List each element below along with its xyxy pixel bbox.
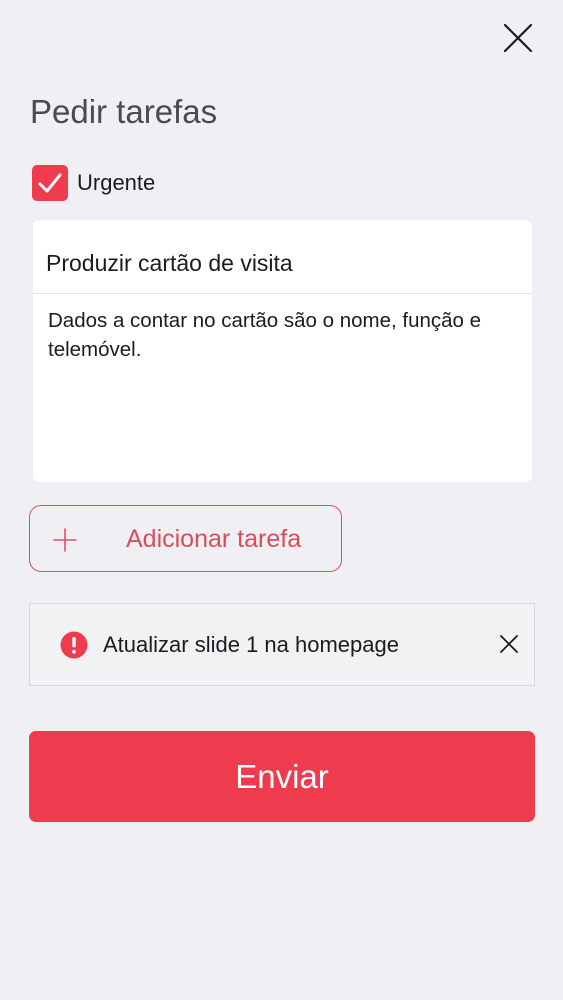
send-button[interactable]: Enviar (29, 731, 535, 822)
urgent-option[interactable]: Urgente (32, 165, 155, 201)
alert-icon (60, 631, 88, 659)
add-task-button[interactable]: Adicionar tarefa (29, 505, 342, 572)
close-button[interactable] (500, 20, 536, 56)
urgent-label: Urgente (77, 170, 156, 195)
list-item: Atualizar slide 1 na homepage (29, 603, 535, 686)
task-title-field[interactable]: Produzir cartão de visita (33, 220, 532, 294)
plus-icon (53, 528, 77, 552)
check-icon (38, 173, 62, 193)
add-task-label: Adicionar tarefa (126, 525, 302, 553)
task-card: Produzir cartão de visita Dados a contar… (33, 220, 532, 482)
list-item-text: Atualizar slide 1 na homepage (103, 632, 399, 657)
page-title: Pedir tarefas (30, 93, 218, 130)
close-icon (503, 23, 533, 53)
urgent-checkbox[interactable] (32, 165, 68, 201)
task-description-field[interactable]: Dados a contar no cartão são o nome, fun… (48, 306, 526, 364)
close-icon[interactable] (498, 633, 520, 655)
